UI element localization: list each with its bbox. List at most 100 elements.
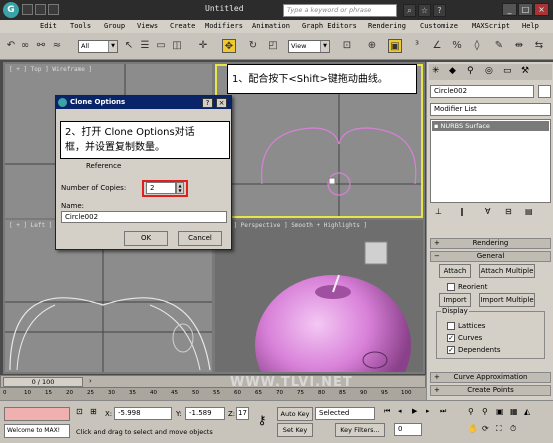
prev-frame-icon[interactable]: ◂ <box>398 407 410 421</box>
quick-new-icon[interactable] <box>22 4 33 15</box>
lattices-checkbox[interactable]: Lattices <box>447 322 485 330</box>
field-of-view-icon[interactable]: ◭ <box>524 407 536 421</box>
time-config-icon[interactable]: ⏱ <box>510 424 522 438</box>
orbit-icon[interactable]: ⟳ <box>482 424 494 438</box>
key-mode-select[interactable]: Selected <box>315 407 375 420</box>
dialog-help-button[interactable]: ? <box>202 98 213 108</box>
menu-views[interactable]: Views <box>137 22 158 30</box>
remove-modifier-icon[interactable]: ⊟ <box>505 207 512 216</box>
menu-create[interactable]: Create <box>170 22 195 30</box>
time-slider[interactable]: 0 / 100 › <box>0 375 426 388</box>
object-name-field[interactable]: Circle002 <box>430 85 534 98</box>
hierarchy-tab-icon[interactable]: ⚲ <box>467 66 474 76</box>
rotate-icon[interactable]: ↻ <box>246 39 260 53</box>
pin-stack-icon[interactable]: ⊥ <box>435 207 442 216</box>
menu-graph-editors[interactable]: Graph Editors <box>302 22 357 30</box>
motion-tab-icon[interactable]: ◎ <box>485 66 493 76</box>
quick-save-icon[interactable] <box>48 4 59 15</box>
close-window-button[interactable]: × <box>534 3 549 16</box>
configure-sets-icon[interactable]: ▤ <box>525 207 533 216</box>
z-coordinate-input[interactable]: 17 <box>236 407 249 420</box>
region-select-icon[interactable]: ▭ <box>154 39 168 53</box>
menu-animation[interactable]: Animation <box>252 22 290 30</box>
menu-rendering[interactable]: Rendering <box>368 22 406 30</box>
name-input[interactable]: Circle002 <box>61 211 227 223</box>
spinner-snap-icon[interactable]: ◊ <box>470 39 484 53</box>
stack-item[interactable]: ▪ NURBS Surface <box>432 121 549 131</box>
link-icon[interactable]: ∞ <box>18 39 32 53</box>
attach-button[interactable]: Attach <box>439 264 471 278</box>
maximize-viewport-icon[interactable]: ⛶ <box>496 424 508 438</box>
curves-checkbox[interactable]: ✓ Curves <box>447 334 482 342</box>
auto-key-button[interactable]: Auto Key <box>277 407 313 421</box>
next-frame-icon[interactable]: ▸ <box>426 407 438 421</box>
menu-group[interactable]: Group <box>104 22 125 30</box>
minimize-button[interactable]: _ <box>502 3 517 16</box>
modifier-list-select[interactable]: Modifier List <box>430 103 551 116</box>
named-selection-icon[interactable]: ✎ <box>492 39 506 53</box>
rollout-curve-approximation[interactable]: + Curve Approximation <box>430 372 551 383</box>
viewport-perspective[interactable]: [ + ] Perspective ] Smooth + Highlights … <box>215 220 423 372</box>
spinner-arrows-icon[interactable]: ▲ ▼ <box>176 182 184 194</box>
maximize-button[interactable]: □ <box>518 3 533 16</box>
select-by-name-icon[interactable]: ☰ <box>138 39 152 53</box>
key-icon[interactable]: ⚷ <box>252 413 272 429</box>
percent-snap-icon[interactable]: % <box>450 39 464 53</box>
ok-button[interactable]: OK <box>124 231 168 246</box>
pivot-center-icon[interactable]: ⊡ <box>340 39 354 53</box>
slider-next-icon[interactable]: › <box>89 377 92 385</box>
viewport-top-label[interactable]: [ + ] Top ] Wireframe ] <box>9 66 92 73</box>
absolute-mode-icon[interactable]: ⊞ <box>90 407 102 420</box>
snaps-toggle-icon[interactable]: ³ <box>410 39 424 53</box>
reorient-checkbox[interactable]: Reorient <box>447 283 487 291</box>
menu-help[interactable]: Help <box>522 22 539 30</box>
import-multiple-button[interactable]: Import Multiple <box>479 293 535 307</box>
zoom-icon[interactable]: ⚲ <box>468 407 480 421</box>
pan-icon[interactable]: ✋ <box>468 424 480 438</box>
zoom-extents-icon[interactable]: ▣ <box>496 407 508 421</box>
set-key-button[interactable]: Set Key <box>277 423 313 437</box>
help-icon[interactable]: ? <box>433 4 446 17</box>
goto-start-icon[interactable]: ⏮ <box>384 407 396 421</box>
object-color-swatch[interactable] <box>538 85 551 98</box>
menu-maxscript[interactable]: MAXScript <box>472 22 510 30</box>
search-icon[interactable]: ⌕ <box>403 4 416 17</box>
quick-open-icon[interactable] <box>35 4 46 15</box>
unlink-icon[interactable]: ⚯ <box>34 39 48 53</box>
utilities-tab-icon[interactable]: ⚒ <box>521 66 529 76</box>
manipulate-icon[interactable]: ⊕ <box>365 39 379 53</box>
selection-lock-icon[interactable]: ⊡ <box>76 407 88 420</box>
modify-tab-icon[interactable]: ◆ <box>449 66 456 76</box>
search-input[interactable]: Type a keyword or phrase <box>283 4 397 17</box>
select-object-icon[interactable]: ↖ <box>122 39 136 53</box>
rollout-general[interactable]: − General <box>430 251 551 262</box>
window-crossing-icon[interactable]: ◫ <box>170 39 184 53</box>
copies-spinner-input[interactable]: 2 <box>146 182 176 194</box>
menu-edit[interactable]: Edit <box>40 22 57 30</box>
move-tool-icon[interactable]: ✥ <box>222 39 236 53</box>
show-end-result-icon[interactable]: ‖ <box>460 207 464 216</box>
display-tab-icon[interactable]: ▭ <box>503 66 512 76</box>
create-tab-icon[interactable]: ✳ <box>432 66 440 76</box>
rollout-create-points[interactable]: + Create Points <box>430 385 551 396</box>
align-icon[interactable]: ⇆ <box>532 39 546 53</box>
dialog-close-button[interactable]: × <box>216 98 227 108</box>
reference-option[interactable]: Reference <box>86 162 121 170</box>
undo-icon[interactable]: ↶ <box>4 39 18 53</box>
x-coordinate-input[interactable]: -5.998 <box>114 407 172 420</box>
make-unique-icon[interactable]: ∀ <box>485 207 490 216</box>
select-move-icon[interactable]: ✛ <box>196 39 210 53</box>
cancel-button[interactable]: Cancel <box>178 231 222 246</box>
attach-multiple-button[interactable]: Attach Multiple <box>479 264 535 278</box>
menu-customize[interactable]: Customize <box>420 22 458 30</box>
scale-icon[interactable]: ◰ <box>266 39 280 53</box>
key-filters-button[interactable]: Key Filters... <box>335 423 385 437</box>
keyboard-shortcut-icon[interactable]: ▣ <box>388 39 402 53</box>
selection-filter-select[interactable]: All ▼ <box>78 40 118 53</box>
angle-snap-icon[interactable]: ∠ <box>430 39 444 53</box>
mirror-icon[interactable]: ⇹ <box>512 39 526 53</box>
reference-coord-select[interactable]: View ▼ <box>288 40 330 53</box>
bind-spacewarp-icon[interactable]: ≈ <box>50 39 64 53</box>
dependents-checkbox[interactable]: ✓ Dependents <box>447 346 500 354</box>
menu-tools[interactable]: Tools <box>70 22 91 30</box>
